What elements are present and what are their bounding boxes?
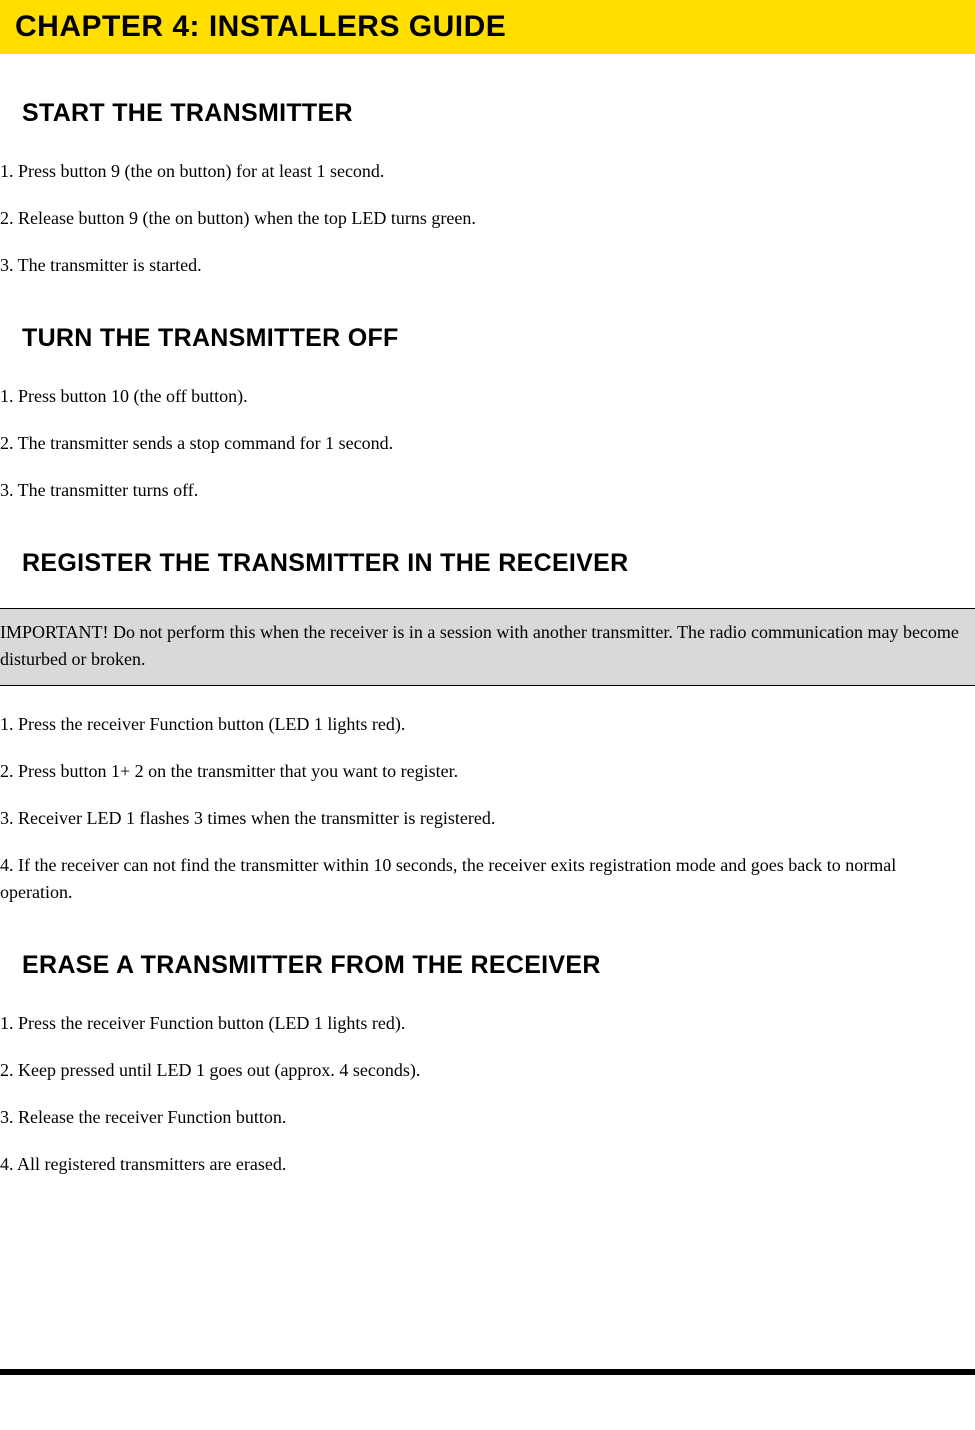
step-text: 1. Press button 9 (the on button) for at… [0,158,975,185]
step-text: 1. Press the receiver Function button (L… [0,1010,975,1037]
section-heading-turn-off: TURN THE TRANSMITTER OFF [0,324,975,353]
section-heading-erase: ERASE A TRANSMITTER FROM THE RECEIVER [0,951,975,980]
footer-divider [0,1369,975,1375]
section-heading-start-transmitter: START THE TRANSMITTER [0,99,975,128]
section-heading-register: REGISTER THE TRANSMITTER IN THE RECEIVER [0,549,975,578]
step-text: 3. Receiver LED 1 flashes 3 times when t… [0,805,975,832]
step-text: 2. Keep pressed until LED 1 goes out (ap… [0,1057,975,1084]
step-text: 1. Press button 10 (the off button). [0,383,975,410]
step-text: 3. The transmitter turns off. [0,477,975,504]
step-text: 4. All registered transmitters are erase… [0,1151,975,1178]
important-notice: IMPORTANT! Do not perform this when the … [0,608,975,686]
step-text: 2. Press button 1+ 2 on the transmitter … [0,758,975,785]
chapter-title: CHAPTER 4: INSTALLERS GUIDE [0,0,975,54]
step-text: 4. If the receiver can not find the tran… [0,852,975,906]
step-text: 2. The transmitter sends a stop command … [0,430,975,457]
step-text: 2. Release button 9 (the on button) when… [0,205,975,232]
step-text: 3. The transmitter is started. [0,252,975,279]
step-text: 3. Release the receiver Function button. [0,1104,975,1131]
step-text: 1. Press the receiver Function button (L… [0,711,975,738]
